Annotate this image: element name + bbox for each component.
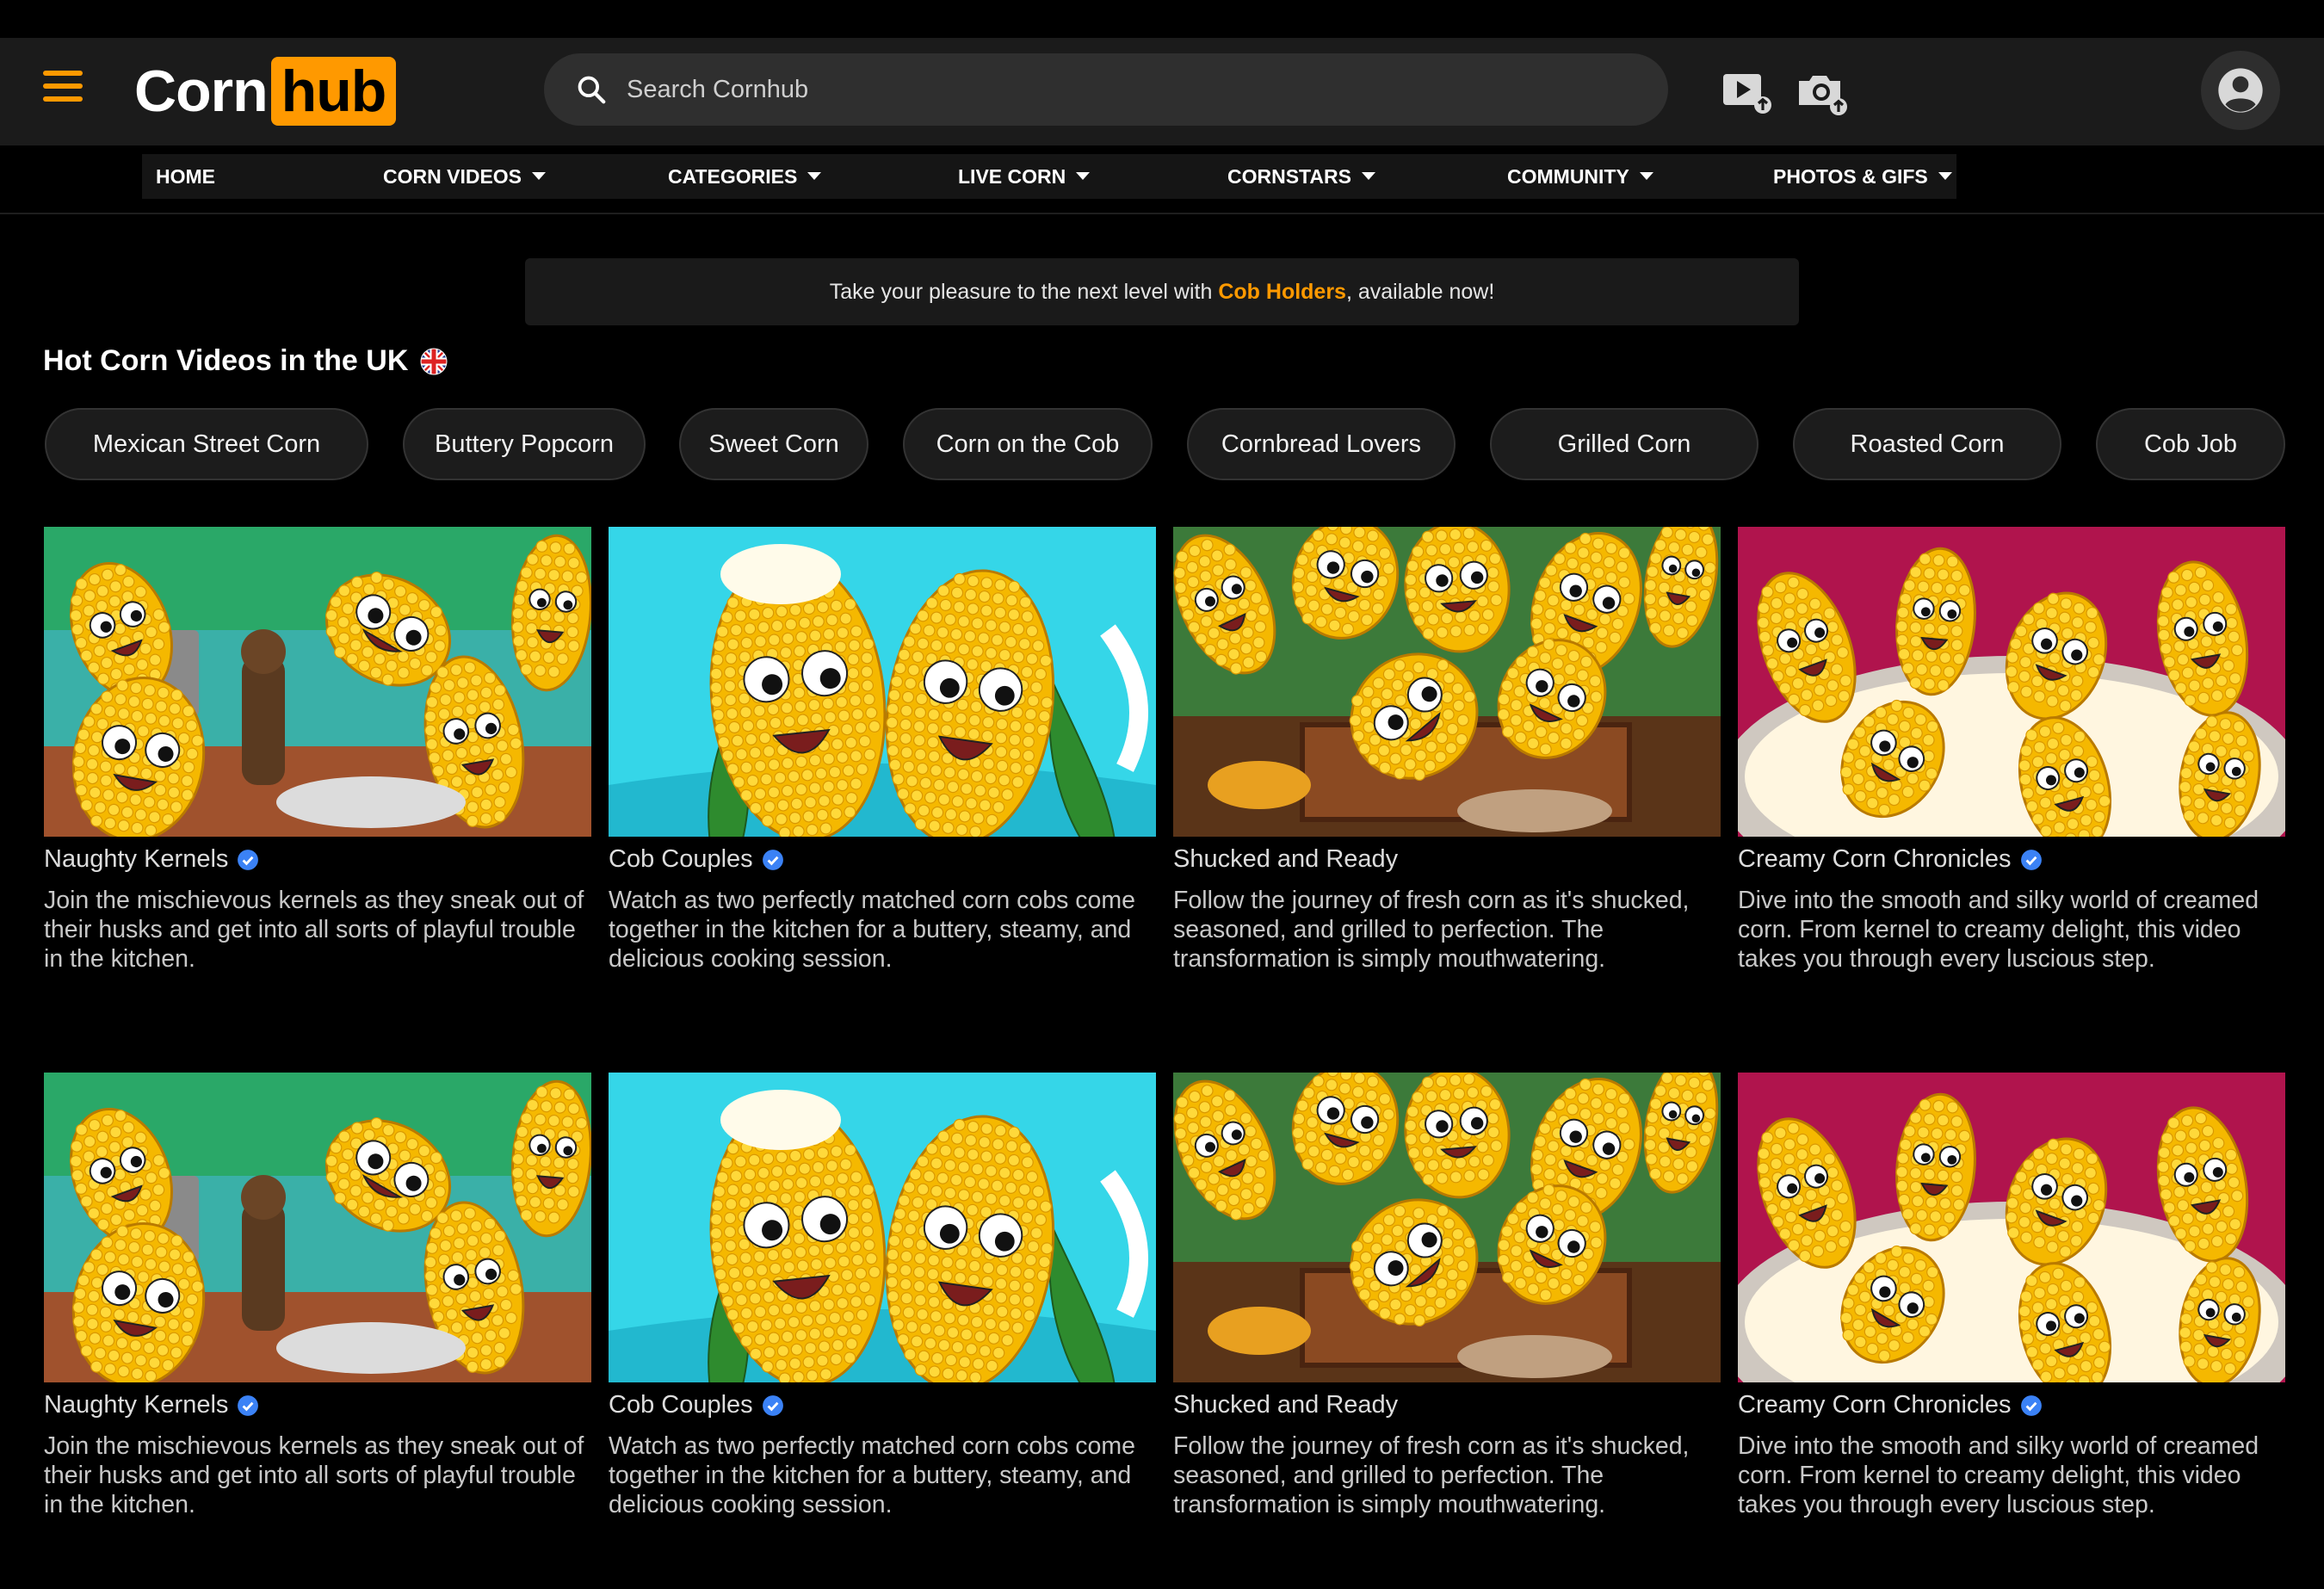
nav-item-live-corn[interactable]: LIVE CORN — [958, 154, 1091, 199]
nav-item-categories[interactable]: CATEGORIES — [668, 154, 822, 199]
video-description: Dive into the smooth and silky world of … — [1738, 887, 2259, 973]
video-upload-icon[interactable] — [1720, 64, 1775, 119]
logo-text-left: Corn — [134, 58, 269, 124]
camera-upload-icon[interactable] — [1794, 64, 1849, 119]
top-strip — [0, 0, 2324, 38]
video-description: Join the mischievous kernels as they sne… — [44, 887, 584, 973]
search-bar[interactable] — [544, 53, 1668, 126]
category-pill[interactable]: Roasted Corn — [1793, 408, 2061, 480]
search-icon[interactable] — [575, 73, 608, 106]
search-input[interactable] — [627, 75, 1573, 104]
category-pill[interactable]: Corn on the Cob — [903, 408, 1153, 480]
user-avatar-icon[interactable] — [2201, 51, 2280, 130]
video-title[interactable]: Creamy Corn Chronicles — [1738, 845, 2285, 874]
video-card[interactable]: Cob Couples Watch as two perfectly match… — [609, 1073, 1156, 1520]
main-navigation: HOME CORN VIDEOS CATEGORIES LIVE CORN CO… — [0, 145, 2324, 214]
video-card[interactable]: Naughty Kernels Join the mischievous ker… — [44, 1073, 591, 1520]
verified-badge-icon — [2020, 849, 2042, 870]
video-thumbnail[interactable] — [609, 1073, 1156, 1382]
thumbnail-illustration — [44, 1073, 591, 1382]
category-pill[interactable]: Cob Job — [2096, 408, 2285, 480]
nav-item-corn-videos[interactable]: CORN VIDEOS — [383, 154, 547, 199]
thumbnail-illustration — [1173, 1073, 1721, 1382]
video-title[interactable]: Cob Couples — [609, 845, 1156, 874]
video-description: Dive into the smooth and silky world of … — [1738, 1432, 2259, 1518]
video-thumbnail[interactable] — [1738, 1073, 2285, 1382]
thumbnail-illustration — [609, 1073, 1156, 1382]
video-title[interactable]: Cob Couples — [609, 1391, 1156, 1419]
video-thumbnail[interactable] — [1173, 527, 1721, 837]
chevron-down-icon — [1076, 172, 1091, 181]
nav-item-community[interactable]: COMMUNITY — [1507, 154, 1653, 199]
thumbnail-illustration — [609, 527, 1156, 837]
category-pill[interactable]: Cornbread Lovers — [1187, 408, 1456, 480]
banner-text-prefix: Take your pleasure to the next level wit… — [829, 280, 1219, 304]
banner-link[interactable]: Cob Holders — [1218, 280, 1346, 304]
nav-item-cornstars[interactable]: CORNSTARS — [1227, 154, 1375, 199]
video-description: Follow the journey of fresh corn as it's… — [1173, 887, 1690, 973]
chevron-down-icon — [1639, 172, 1653, 181]
video-card[interactable]: Creamy Corn Chronicles Dive into the smo… — [1738, 1073, 2285, 1520]
video-title[interactable]: Naughty Kernels — [44, 1391, 591, 1419]
banner-text-suffix: , available now! — [1345, 280, 1495, 304]
nav-item-home[interactable]: HOME — [156, 154, 215, 199]
uk-flag-icon — [420, 348, 448, 374]
video-title[interactable]: Shucked and Ready — [1173, 845, 1721, 874]
video-thumbnail[interactable] — [44, 527, 591, 837]
video-card[interactable]: Naughty Kernels Join the mischievous ker… — [44, 527, 591, 974]
chevron-down-icon — [1938, 172, 1952, 181]
hamburger-menu-icon[interactable] — [43, 71, 83, 112]
verified-badge-icon — [762, 1394, 783, 1416]
promo-banner: Take your pleasure to the next level wit… — [525, 258, 1799, 325]
video-card[interactable]: Shucked and Ready Follow the journey of … — [1173, 527, 1721, 974]
site-header: Corn hub — [0, 38, 2324, 145]
nav-menu: HOME CORN VIDEOS CATEGORIES LIVE CORN CO… — [142, 154, 1956, 199]
video-title[interactable]: Shucked and Ready — [1173, 1391, 1721, 1419]
nav-item-photos-gifs[interactable]: PHOTOS & GIFS — [1773, 154, 1952, 199]
category-pill[interactable]: Mexican Street Corn — [45, 408, 368, 480]
category-pill[interactable]: Buttery Popcorn — [403, 408, 646, 480]
verified-badge-icon — [762, 849, 783, 870]
thumbnail-illustration — [44, 527, 591, 837]
logo-text-right: hub — [270, 56, 397, 126]
video-title[interactable]: Creamy Corn Chronicles — [1738, 1391, 2285, 1419]
video-thumbnail[interactable] — [44, 1073, 591, 1382]
video-card[interactable]: Cob Couples Watch as two perfectly match… — [609, 527, 1156, 974]
verified-badge-icon — [238, 1394, 259, 1416]
chevron-down-icon — [807, 172, 822, 181]
video-thumbnail[interactable] — [1173, 1073, 1721, 1382]
video-card[interactable]: Shucked and Ready Follow the journey of … — [1173, 1073, 1721, 1520]
site-logo[interactable]: Corn hub — [134, 55, 397, 127]
video-thumbnail[interactable] — [609, 527, 1156, 837]
video-card[interactable]: Creamy Corn Chronicles Dive into the smo… — [1738, 527, 2285, 974]
chevron-down-icon — [1361, 172, 1375, 181]
video-thumbnail[interactable] — [1738, 527, 2285, 837]
section-title: Hot Corn Videos in the UK — [43, 344, 448, 378]
video-description: Watch as two perfectly matched corn cobs… — [609, 887, 1135, 973]
video-description: Watch as two perfectly matched corn cobs… — [609, 1432, 1135, 1518]
verified-badge-icon — [238, 849, 259, 870]
video-title[interactable]: Naughty Kernels — [44, 845, 591, 874]
verified-badge-icon — [2020, 1394, 2042, 1416]
category-pill[interactable]: Grilled Corn — [1490, 408, 1758, 480]
video-description: Join the mischievous kernels as they sne… — [44, 1432, 584, 1518]
category-pill[interactable]: Sweet Corn — [679, 408, 868, 480]
section-title-text: Hot Corn Videos in the UK — [43, 344, 409, 377]
video-description: Follow the journey of fresh corn as it's… — [1173, 1432, 1690, 1518]
thumbnail-illustration — [1173, 527, 1721, 837]
chevron-down-icon — [532, 172, 547, 181]
thumbnail-illustration — [1738, 1073, 2285, 1382]
thumbnail-illustration — [1738, 527, 2285, 837]
